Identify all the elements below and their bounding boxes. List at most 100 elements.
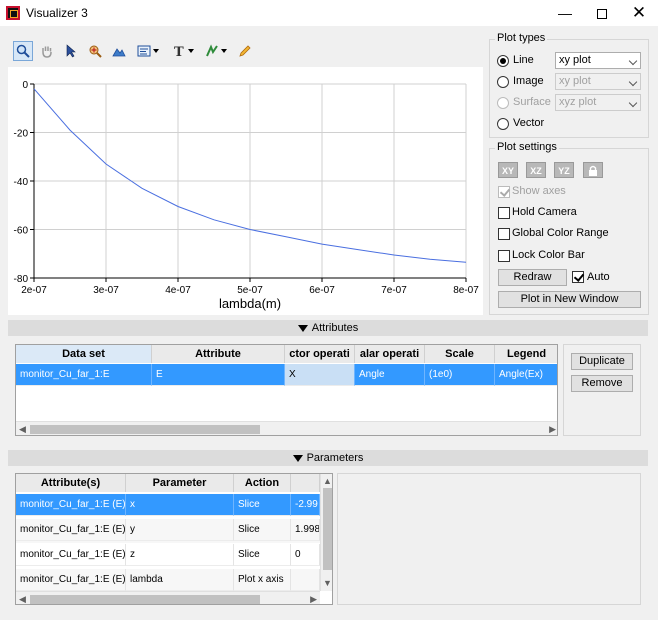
- attributes-header-label: Attributes: [311, 322, 359, 334]
- scroll-down-icon[interactable]: ▼: [323, 576, 332, 590]
- col-header[interactable]: alar operati: [355, 345, 425, 363]
- table-cell[interactable]: 0: [291, 544, 320, 566]
- table-cell[interactable]: (1e0): [425, 364, 495, 386]
- scroll-thumb[interactable]: [30, 595, 260, 604]
- table-cell[interactable]: monitor_Cu_far_1:E: [16, 364, 152, 386]
- view-xz-button[interactable]: XZ: [526, 162, 546, 178]
- auto-checkbox[interactable]: [572, 271, 584, 283]
- show-axes-checkbox[interactable]: [498, 186, 510, 198]
- surface-plot-select[interactable]: xyz plot: [555, 94, 641, 111]
- col-header[interactable]: Data set: [16, 345, 152, 363]
- duplicate-button[interactable]: Duplicate: [571, 353, 633, 370]
- pan-tool-button[interactable]: [38, 41, 56, 61]
- table-cell[interactable]: Slice: [234, 544, 291, 566]
- select-tool-button[interactable]: [62, 41, 80, 61]
- plot-area[interactable]: 2e-07 3e-07 4e-07 5e-07 6e-07 7e-07 8e-07 0 -20 -…: [8, 67, 483, 315]
- table-cell[interactable]: lambda: [126, 569, 234, 591]
- table-cell[interactable]: monitor_Cu_far_1:E (E): [16, 494, 126, 516]
- col-header[interactable]: ctor operati: [285, 345, 355, 363]
- col-header[interactable]: Attribute(s): [16, 474, 126, 492]
- plot-new-window-button[interactable]: Plot in New Window: [498, 291, 641, 308]
- draw-tool-button[interactable]: [236, 41, 254, 61]
- col-header[interactable]: [291, 474, 320, 492]
- maximize-button[interactable]: [584, 0, 620, 26]
- minimize-button[interactable]: —: [547, 0, 583, 26]
- zoom-tool-button[interactable]: [13, 41, 33, 61]
- radio-surface-label: Surface: [513, 96, 551, 108]
- table-row[interactable]: monitor_Cu_far_1:E (E) x Slice -2.99: [16, 494, 320, 518]
- table-cell[interactable]: -2.99: [291, 494, 320, 516]
- plot-settings-title: Plot settings: [495, 141, 559, 153]
- parameters-section-header[interactable]: Parameters: [8, 450, 648, 466]
- attributes-table[interactable]: Data set Attribute ctor operati alar ope…: [15, 344, 558, 436]
- table-cell[interactable]: monitor_Cu_far_1:E (E): [16, 544, 126, 566]
- table-cell[interactable]: 1.998: [291, 519, 320, 541]
- table-row[interactable]: monitor_Cu_far_1:E (E) z Slice 0: [16, 544, 320, 568]
- table-row[interactable]: monitor_Cu_far_1:E (E) lambda Plot x axi…: [16, 569, 320, 591]
- table-cell[interactable]: Slice: [234, 494, 291, 516]
- marker-tool-button[interactable]: [202, 41, 230, 61]
- table-cell[interactable]: z: [126, 544, 234, 566]
- arrow-cursor-icon: [66, 44, 76, 58]
- chevron-down-icon: [628, 56, 638, 66]
- table-cell[interactable]: Angle(Ex): [495, 364, 557, 386]
- close-button[interactable]: ✕: [621, 0, 657, 26]
- marker-icon: [206, 44, 218, 57]
- attributes-h-scrollbar[interactable]: ◀ ▶: [16, 421, 557, 435]
- lock-view-button[interactable]: [583, 162, 603, 178]
- x-axis-label: lambda(m): [219, 296, 281, 311]
- scroll-up-icon[interactable]: ▲: [323, 474, 332, 488]
- global-color-range-checkbox[interactable]: [498, 228, 510, 240]
- table-cell[interactable]: monitor_Cu_far_1:E (E): [16, 519, 126, 541]
- remove-button[interactable]: Remove: [571, 375, 633, 392]
- triangle-down-icon: [292, 455, 303, 462]
- data-probe-button[interactable]: [86, 41, 104, 61]
- export-image-button[interactable]: [134, 41, 162, 61]
- table-row[interactable]: monitor_Cu_far_1:E E X Angle (1e0) Angle…: [16, 364, 557, 388]
- radio-surface[interactable]: [497, 97, 509, 109]
- table-cell[interactable]: X: [285, 364, 355, 386]
- table-cell[interactable]: y: [126, 519, 234, 541]
- table-cell[interactable]: [291, 569, 320, 591]
- parameters-h-scrollbar[interactable]: ◀ ▶: [16, 591, 320, 604]
- scroll-right-icon[interactable]: ▶: [549, 422, 556, 435]
- text-tool-button[interactable]: T: [170, 41, 196, 61]
- view-xy-button[interactable]: XY: [498, 162, 518, 178]
- magnifier-icon: [16, 44, 30, 58]
- radio-line[interactable]: [497, 55, 509, 67]
- col-header[interactable]: Attribute: [152, 345, 285, 363]
- table-cell[interactable]: E: [152, 364, 285, 386]
- scroll-left-icon[interactable]: ◀: [19, 592, 26, 604]
- chevron-down-icon: [188, 49, 194, 53]
- table-row[interactable]: monitor_Cu_far_1:E (E) y Slice 1.998: [16, 519, 320, 543]
- table-cell[interactable]: monitor_Cu_far_1:E (E): [16, 569, 126, 591]
- col-header[interactable]: Legend: [495, 345, 557, 363]
- mountain-view-button[interactable]: [110, 41, 128, 61]
- col-header[interactable]: Parameter: [126, 474, 234, 492]
- parameters-v-scrollbar[interactable]: ▲ ▼: [320, 474, 332, 591]
- y-tick-label: -80: [14, 274, 29, 285]
- table-cell[interactable]: Angle: [355, 364, 425, 386]
- radio-vector[interactable]: [497, 118, 509, 130]
- text-icon: T: [174, 45, 184, 58]
- attributes-section-header[interactable]: Attributes: [8, 320, 648, 336]
- scroll-thumb[interactable]: [323, 488, 332, 570]
- scroll-thumb[interactable]: [30, 425, 260, 434]
- table-cell[interactable]: Slice: [234, 519, 291, 541]
- lock-color-bar-checkbox[interactable]: [498, 250, 510, 262]
- view-yz-button[interactable]: YZ: [554, 162, 574, 178]
- redraw-button[interactable]: Redraw: [498, 269, 567, 286]
- table-cell[interactable]: Plot x axis: [234, 569, 291, 591]
- col-header[interactable]: Scale: [425, 345, 495, 363]
- radio-image[interactable]: [497, 76, 509, 88]
- image-plot-select[interactable]: xy plot: [555, 73, 641, 90]
- chevron-down-icon: [153, 49, 159, 53]
- parameters-table[interactable]: Attribute(s) Parameter Action monitor_Cu…: [15, 473, 333, 605]
- hold-camera-checkbox[interactable]: [498, 207, 510, 219]
- scroll-left-icon[interactable]: ◀: [19, 422, 26, 435]
- scroll-right-icon[interactable]: ▶: [310, 592, 317, 604]
- table-cell[interactable]: x: [126, 494, 234, 516]
- radio-line-label: Line: [513, 54, 534, 66]
- col-header[interactable]: Action: [234, 474, 291, 492]
- line-plot-select[interactable]: xy plot: [555, 52, 641, 69]
